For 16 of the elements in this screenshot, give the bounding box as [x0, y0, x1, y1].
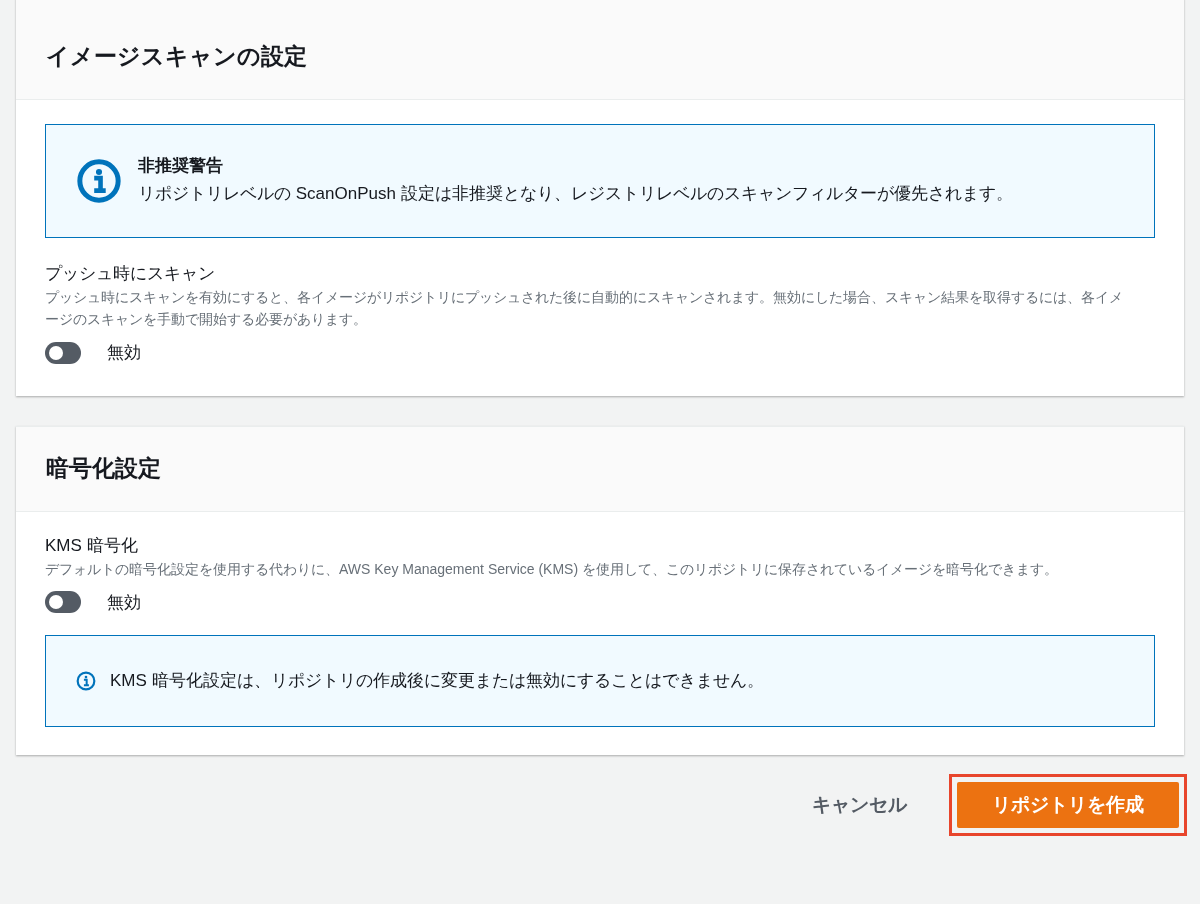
section-title: 暗号化設定 [46, 453, 162, 483]
cancel-button[interactable]: キャンセル [808, 782, 911, 828]
toggle-switch[interactable] [45, 591, 81, 614]
alert-text: KMS 暗号化設定は、リポジトリの作成後に変更または無効にすることはできません。 [110, 670, 764, 692]
toggle-label: 無効 [107, 342, 141, 364]
info-icon [76, 671, 96, 691]
setting-label: プッシュ時にスキャン [45, 263, 216, 285]
alert-title: 非推奨警告 [138, 155, 224, 177]
toggle-switch[interactable] [45, 341, 81, 364]
toggle-label: 無効 [107, 591, 141, 614]
setting-description: プッシュ時にスキャンを有効にすると、各イメージがリポジトリにプッシュされた後に自動的にスキャンされます。無効にした場合、スキャン結果を取得するには、各イメージのスキャンを手動で開始する必要があります。 [45, 288, 1124, 329]
setting-description: デフォルトの暗号化設定を使用する代わりに、AWS Key Management Service (KMS) を使用して、このリポジトリに保存されているイメージを暗号化できます。 [45, 559, 1059, 579]
info-icon [76, 158, 122, 204]
section-title: イメージスキャンの設定 [46, 42, 308, 71]
setting-label: KMS 暗号化 [45, 534, 139, 557]
alert-text: リポジトリレベルの ScanOnPush 設定は非推奨となり、レジストリレベルのスキャンフィルターが優先されます。 [138, 183, 1013, 205]
